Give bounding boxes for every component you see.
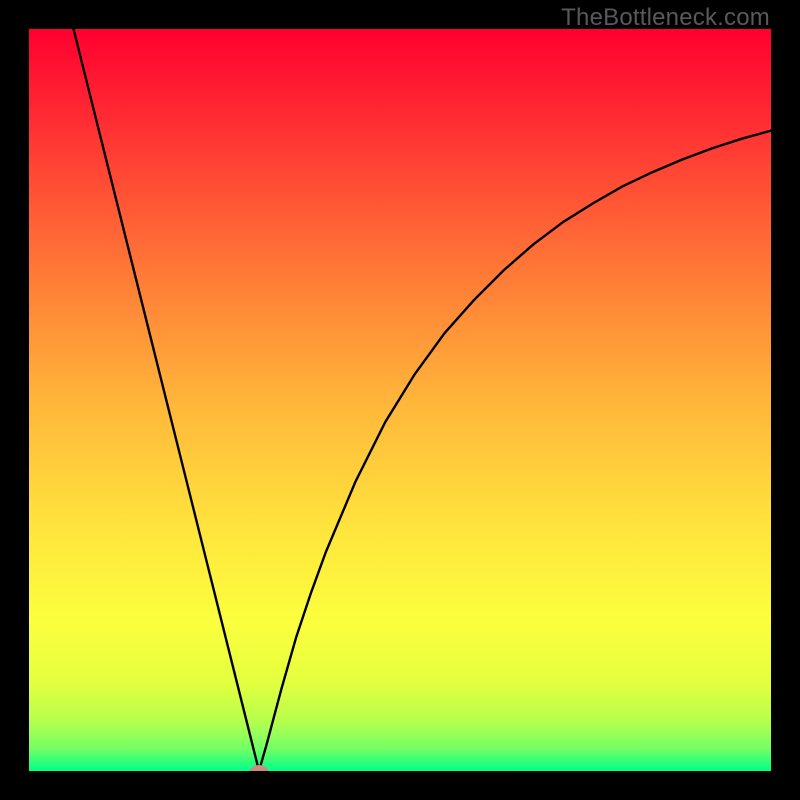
watermark-text: TheBottleneck.com <box>561 4 770 32</box>
bottleneck-chart <box>29 29 771 771</box>
chart-container: TheBottleneck.com <box>0 0 800 800</box>
